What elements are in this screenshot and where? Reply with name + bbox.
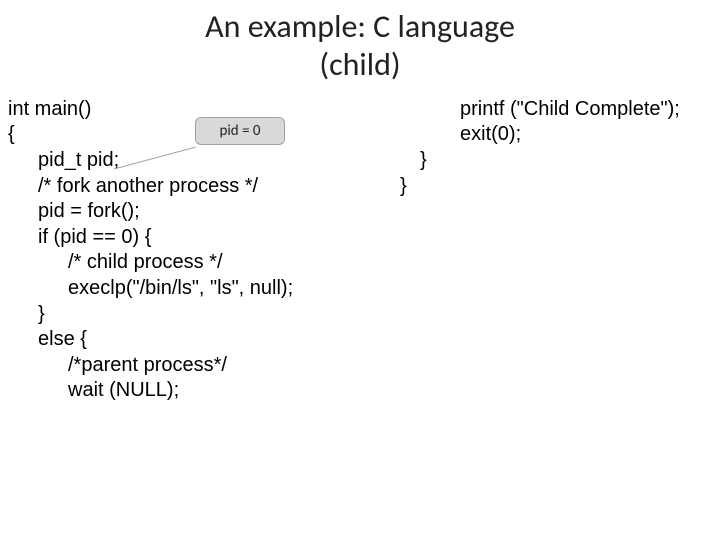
slide-title: An example: C language (child): [0, 0, 720, 85]
title-line-1: An example: C language: [205, 7, 515, 46]
callout-box: pid = 0: [195, 117, 285, 145]
code-line: if (pid == 0) {: [8, 225, 293, 251]
code-line: }: [8, 302, 293, 328]
code-line: else {: [8, 327, 293, 353]
code-line: }: [380, 148, 680, 174]
code-right-column: printf ("Child Complete"); exit(0); } }: [380, 97, 680, 199]
code-line: exit(0);: [380, 122, 680, 148]
code-line: }: [380, 174, 680, 200]
code-line: pid = fork();: [8, 199, 293, 225]
code-line: /* child process */: [8, 250, 293, 276]
code-line: /* fork another process */: [8, 174, 293, 200]
code-line: /*parent process*/: [8, 353, 293, 379]
code-line: wait (NULL);: [8, 378, 293, 404]
callout-label: pid = 0: [219, 122, 260, 140]
title-line-2: (child): [319, 45, 400, 84]
code-line: pid_t pid;: [8, 148, 293, 174]
code-line: execlp("/bin/ls", "ls", null);: [8, 276, 293, 302]
code-line: printf ("Child Complete");: [380, 97, 680, 123]
